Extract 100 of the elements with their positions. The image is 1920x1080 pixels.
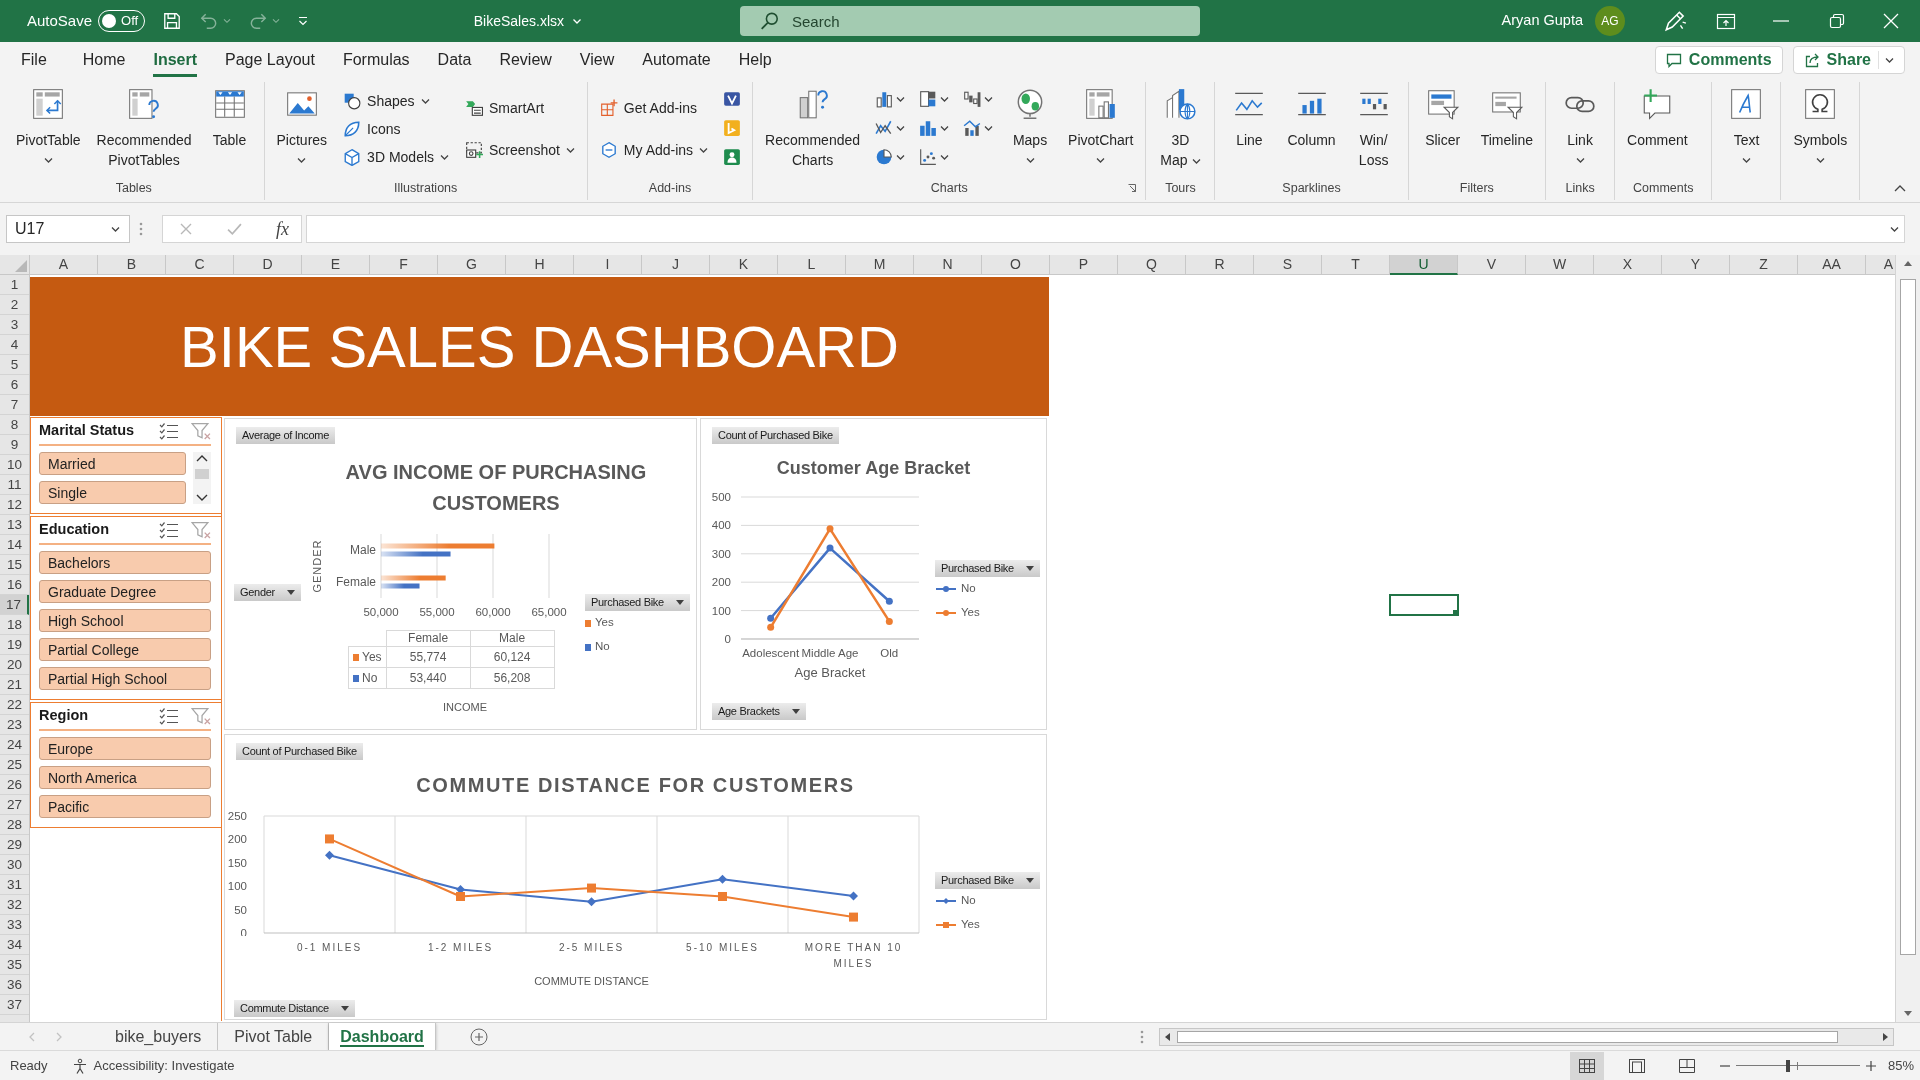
pivot-field-button[interactable]: Gender [234, 584, 301, 601]
search-field[interactable]: Search [740, 6, 1200, 36]
ribbon-button[interactable]: Pictures [272, 87, 332, 164]
collapse-ribbon-icon[interactable] [1894, 184, 1906, 192]
row-number-heading[interactable]: 10 [0, 455, 29, 475]
row-number-heading[interactable]: 8 [0, 415, 29, 435]
row-number-heading[interactable]: 35 [0, 955, 29, 975]
ribbon-button[interactable]: Symbols [1789, 87, 1852, 164]
row-number-heading[interactable]: 20 [0, 655, 29, 675]
row-number-heading[interactable]: 12 [0, 495, 29, 515]
ribbon-button[interactable]: 3D Map [1154, 87, 1207, 170]
row-number-heading[interactable]: 18 [0, 615, 29, 635]
ribbon-tab[interactable]: Home [68, 42, 140, 78]
pivot-field-button[interactable]: Purchased Bike [935, 560, 1040, 577]
ribbon-tab[interactable]: View [565, 42, 629, 78]
row-number-heading[interactable]: 11 [0, 475, 29, 495]
ribbon-button[interactable]: PivotTable [12, 87, 85, 164]
row-number-heading[interactable]: 5 [0, 355, 29, 375]
row-number-heading[interactable]: 28 [0, 815, 29, 835]
row-number-heading[interactable]: 36 [0, 975, 29, 995]
ribbon-button[interactable]: Link [1554, 87, 1607, 164]
active-cell-outline[interactable] [1389, 594, 1459, 616]
slicer-item[interactable]: North America [39, 766, 211, 789]
pivot-field-button[interactable]: Count of Purchased Bike [712, 427, 839, 444]
pivot-field-button[interactable]: Purchased Bike [935, 872, 1040, 889]
ribbon-button[interactable]: Slicer [1416, 87, 1469, 150]
normal-view-button[interactable] [1569, 1051, 1604, 1080]
ribbon-button[interactable]: Screenshot [461, 138, 579, 162]
user-avatar[interactable]: AG [1595, 6, 1625, 36]
ribbon-button[interactable]: Table [203, 87, 256, 150]
ribbon-tab[interactable]: Help [724, 42, 786, 78]
row-number-heading[interactable]: 9 [0, 435, 29, 455]
comments-button[interactable]: Comments [1654, 46, 1783, 74]
ribbon-tab[interactable]: Data [423, 42, 486, 78]
row-number-heading[interactable]: 14 [0, 535, 29, 555]
ribbon-button[interactable]: Maps [1004, 87, 1057, 164]
row-number-heading[interactable]: 31 [0, 875, 29, 895]
scrollbar-thumb[interactable] [1177, 1030, 1838, 1043]
row-number-heading[interactable]: 22 [0, 695, 29, 715]
row-number-heading[interactable]: 34 [0, 935, 29, 955]
zoom-in-icon[interactable] [1865, 1060, 1876, 1071]
row-number-heading[interactable]: 33 [0, 915, 29, 935]
row-number-heading[interactable]: 32 [0, 895, 29, 915]
restore-icon[interactable] [1828, 12, 1846, 30]
ribbon-tab[interactable]: File [7, 42, 61, 78]
accessibility-button[interactable]: Accessibility: Investigate [71, 1055, 235, 1076]
ribbon-tab[interactable]: Formulas [328, 42, 424, 78]
row-number-heading[interactable]: 1 [0, 275, 29, 295]
file-name-button[interactable]: BikeSales.xlsx [473, 10, 582, 32]
drag-handle-icon[interactable] [1140, 1029, 1144, 1044]
row-number-heading[interactable]: 2 [0, 295, 29, 315]
row-number-heading[interactable]: 19 [0, 635, 29, 655]
ribbon-tab[interactable]: Review [485, 42, 566, 78]
slicer-item[interactable]: High School [39, 609, 211, 632]
row-number-heading[interactable]: 37 [0, 995, 29, 1015]
scrollbar-thumb[interactable] [195, 469, 209, 479]
slicer-item[interactable]: Europe [39, 737, 211, 760]
fill-handle-icon[interactable] [1453, 610, 1458, 615]
slicer-item[interactable]: Married [39, 452, 186, 475]
col-letter-heading[interactable]: U [1390, 255, 1458, 275]
name-box[interactable]: U17 [6, 215, 130, 243]
scrollbar-thumb[interactable] [1900, 279, 1916, 955]
ribbon-button[interactable]: SmartArt [461, 96, 579, 120]
row-number-heading[interactable]: 3 [0, 315, 29, 335]
row-number-heading[interactable]: 29 [0, 835, 29, 855]
slicer-item[interactable]: Single [39, 481, 186, 504]
ribbon-button[interactable]: Line [1223, 87, 1276, 150]
row-number-heading[interactable]: 24 [0, 735, 29, 755]
ribbon-display-icon[interactable] [1716, 11, 1736, 31]
pivot-field-button[interactable]: Count of Purchased Bike [236, 743, 363, 760]
ribbon-button[interactable]: Text [1720, 87, 1773, 164]
multi-select-icon[interactable] [159, 707, 179, 725]
scroll-down-arrow-icon[interactable] [1903, 1010, 1913, 1018]
row-number-heading[interactable]: 30 [0, 855, 29, 875]
customize-toolbar-icon[interactable] [298, 16, 309, 26]
scroll-left-arrow-icon[interactable] [1163, 1031, 1171, 1042]
pen-icon[interactable] [1663, 9, 1687, 33]
row-number-heading[interactable]: 4 [0, 335, 29, 355]
row-number-heading[interactable]: 27 [0, 795, 29, 815]
drag-handle-icon[interactable] [139, 222, 143, 236]
insert-function-button[interactable]: fx [276, 220, 289, 238]
ribbon-button[interactable]: Comment [1623, 87, 1692, 150]
row-number-heading[interactable]: 6 [0, 375, 29, 395]
share-button[interactable]: Share [1792, 46, 1905, 74]
row-number-heading[interactable]: 15 [0, 555, 29, 575]
add-sheet-icon[interactable] [469, 1027, 488, 1046]
ribbon-button[interactable]: 3D Models [339, 145, 454, 169]
ribbon-button[interactable]: Get Add-ins [595, 96, 713, 120]
ribbon-button[interactable]: My Add-ins [595, 138, 713, 162]
row-number-heading[interactable]: 26 [0, 775, 29, 795]
row-number-heading[interactable]: 13 [0, 515, 29, 535]
pivot-field-button[interactable]: Age Brackets [712, 703, 806, 720]
multi-select-icon[interactable] [159, 521, 179, 539]
zoom-slider-thumb[interactable] [1786, 1059, 1791, 1072]
sheet-tab[interactable]: Dashboard [329, 1023, 436, 1050]
ribbon-button[interactable]: Icons [339, 117, 454, 141]
pivot-field-button[interactable]: Average of Income [236, 427, 336, 444]
save-icon[interactable] [162, 11, 183, 31]
ribbon-button[interactable]: Win/ Loss [1347, 87, 1400, 170]
ribbon-button[interactable]: Timeline [1476, 87, 1538, 150]
